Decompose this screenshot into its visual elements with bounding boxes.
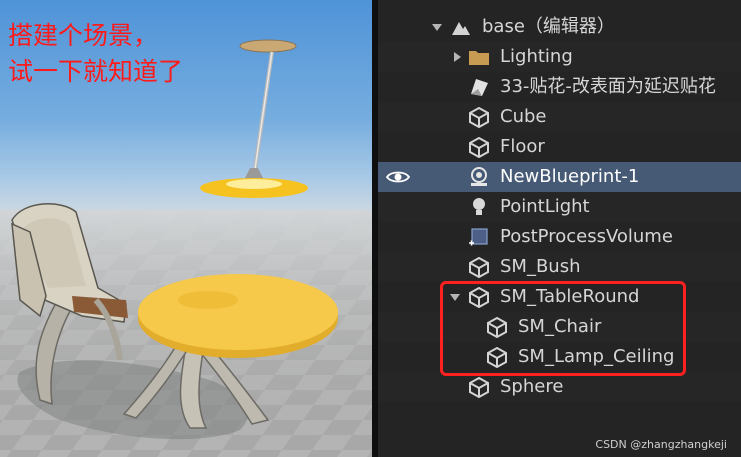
static-mesh-icon: [469, 286, 489, 308]
blueprint-icon: [471, 167, 487, 186]
outliner-label: PostProcessVolume: [500, 226, 673, 247]
outliner-label: SM_Lamp_Ceiling: [518, 346, 675, 367]
outliner-row-newblueprint[interactable]: NewBlueprint-1: [378, 162, 741, 192]
outliner-row-cube[interactable]: Cube: [378, 102, 741, 132]
expand-right-arrow-icon[interactable]: [451, 51, 463, 63]
outliner-label: PointLight: [500, 196, 590, 217]
outliner-row-sm-lamp-ceiling[interactable]: SM_Lamp_Ceiling: [378, 342, 741, 372]
point-light-icon: [473, 198, 485, 215]
outliner-row-floor[interactable]: Floor: [378, 132, 741, 162]
folder-icon: [469, 51, 489, 65]
static-mesh-icon: [469, 256, 489, 278]
decal-icon: [471, 79, 488, 96]
world-outliner: base（编辑器） Lighting 33-贴花-改表面为延迟贴花 Cube F…: [378, 0, 741, 457]
viewport-caption: 搭建个场景， 试一下就知道了: [8, 18, 183, 90]
watermark: CSDN @zhangzhangkeji: [595, 438, 727, 451]
outliner-row-pointlight[interactable]: PointLight: [378, 192, 741, 222]
static-mesh-icon: [487, 346, 507, 368]
static-mesh-icon: [469, 136, 489, 158]
outliner-row-lighting[interactable]: Lighting: [378, 42, 741, 72]
outliner-label: NewBlueprint-1: [500, 166, 640, 187]
eye-visibility-icon[interactable]: [386, 169, 410, 185]
outliner-label: Floor: [500, 136, 545, 157]
outliner-row-postprocess[interactable]: PostProcessVolume: [378, 222, 741, 252]
outliner-row-sm-chair[interactable]: SM_Chair: [378, 312, 741, 342]
outliner-row-decal[interactable]: 33-贴花-改表面为延迟贴花: [378, 72, 741, 102]
outliner-label: SM_TableRound: [500, 286, 640, 307]
outliner-row-sm-bush[interactable]: SM_Bush: [378, 252, 741, 282]
outliner-label: Cube: [500, 106, 547, 127]
outliner-label: Sphere: [500, 376, 564, 397]
caption-line-2: 试一下就知道了: [8, 57, 184, 86]
outliner-label: SM_Bush: [500, 256, 581, 277]
caption-line-1: 搭建个场景，: [8, 21, 159, 50]
post-process-volume-icon: [469, 228, 488, 246]
level-icon: [452, 22, 470, 35]
level-viewport[interactable]: 搭建个场景， 试一下就知道了: [0, 0, 372, 457]
ceiling-lamp[interactable]: [200, 39, 308, 198]
static-mesh-icon: [469, 106, 489, 128]
outliner-label: base（编辑器）: [482, 16, 615, 37]
outliner-label: Lighting: [500, 46, 573, 67]
outliner-label: 33-贴花-改表面为延迟贴花: [500, 76, 716, 97]
outliner-row-sphere[interactable]: Sphere: [378, 372, 741, 402]
expand-down-arrow-icon[interactable]: [449, 291, 461, 303]
outliner-row-base[interactable]: base（编辑器）: [378, 12, 741, 42]
outliner-row-sm-tableround[interactable]: SM_TableRound: [378, 282, 741, 312]
outliner-label: SM_Chair: [518, 316, 602, 337]
static-mesh-icon: [469, 376, 489, 398]
expand-down-arrow-icon[interactable]: [431, 21, 443, 33]
static-mesh-icon: [487, 316, 507, 338]
